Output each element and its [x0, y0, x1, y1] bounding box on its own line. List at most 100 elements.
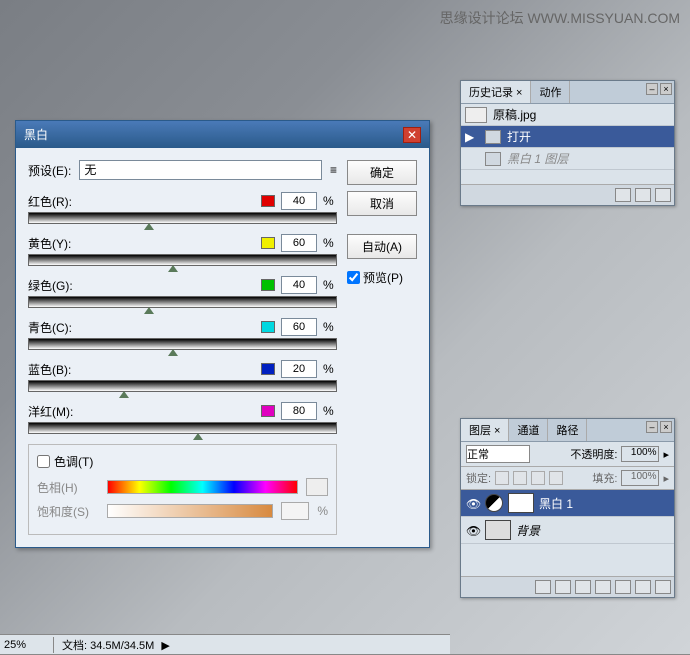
pct-label: % [323, 236, 337, 250]
link-icon[interactable] [535, 580, 551, 594]
pct-label: % [323, 278, 337, 292]
layers-panel: 图层 × 通道 路径 – × 正常 不透明度: 100% ▸ 锁定: 填充: 1… [460, 418, 675, 598]
visibility-icon[interactable]: 👁 [466, 524, 480, 536]
cancel-button[interactable]: 取消 [347, 191, 417, 216]
color-swatch [261, 195, 275, 207]
history-snapshot[interactable]: 原稿.jpg [461, 104, 674, 126]
slider-value-input[interactable] [281, 276, 317, 294]
visibility-icon[interactable]: 👁 [466, 497, 480, 509]
layer-mask-thumb[interactable] [508, 493, 534, 513]
layer-row[interactable]: 👁 黑白 1 [461, 490, 674, 517]
preset-menu-icon[interactable]: ≡ [330, 163, 337, 177]
mask-icon[interactable] [575, 580, 591, 594]
layer-row[interactable]: 👁 背景 [461, 517, 674, 544]
tint-label: 色调(T) [54, 453, 93, 470]
tab-layers[interactable]: 图层 × [461, 419, 509, 441]
pct-label: % [323, 362, 337, 376]
tab-history[interactable]: 历史记录 × [461, 81, 531, 103]
lock-all-icon[interactable] [549, 471, 563, 485]
adjustment-icon[interactable] [595, 580, 611, 594]
layer-name[interactable]: 黑白 1 [539, 495, 573, 512]
ok-button[interactable]: 确定 [347, 160, 417, 185]
lock-image-icon[interactable] [513, 471, 527, 485]
new-snapshot-icon[interactable] [635, 188, 651, 202]
chevron-icon[interactable]: ▸ [663, 472, 669, 485]
group-icon[interactable] [615, 580, 631, 594]
black-white-dialog: 黑白 ✕ 预设(E): 无 ≡ 红色(R): % 黄色(Y): % [15, 120, 430, 548]
color-slider-row: 绿色(G): % [28, 276, 337, 308]
slider-thumb[interactable] [144, 307, 154, 314]
tab-actions[interactable]: 动作 [531, 81, 570, 103]
lock-position-icon[interactable] [531, 471, 545, 485]
minimize-icon[interactable]: – [646, 421, 658, 433]
auto-button[interactable]: 自动(A) [347, 234, 417, 259]
color-slider-row: 青色(C): % [28, 318, 337, 350]
create-document-icon[interactable] [615, 188, 631, 202]
history-item-label: 黑白 1 图层 [507, 150, 568, 167]
close-icon[interactable]: × [660, 83, 672, 95]
slider-track[interactable] [28, 296, 337, 308]
history-item[interactable]: 黑白 1 图层 [461, 148, 674, 170]
close-icon[interactable]: × [660, 421, 672, 433]
trash-icon[interactable] [655, 580, 671, 594]
slider-track[interactable] [28, 422, 337, 434]
preview-checkbox[interactable] [347, 271, 360, 284]
preset-select[interactable]: 无 [79, 160, 322, 180]
history-item-label: 打开 [507, 128, 531, 145]
adjustment-layer-icon [485, 494, 503, 512]
hue-slider[interactable] [107, 480, 298, 494]
minimize-icon[interactable]: – [646, 83, 658, 95]
slider-thumb[interactable] [168, 265, 178, 272]
slider-track[interactable] [28, 338, 337, 350]
fx-icon[interactable] [555, 580, 571, 594]
slider-track[interactable] [28, 254, 337, 266]
new-layer-icon[interactable] [635, 580, 651, 594]
slider-thumb[interactable] [144, 223, 154, 230]
slider-track[interactable] [28, 380, 337, 392]
fill-input[interactable]: 100% [621, 470, 659, 486]
slider-label: 洋红(M): [28, 403, 98, 420]
layer-name[interactable]: 背景 [516, 522, 540, 539]
close-icon[interactable]: ✕ [403, 127, 421, 143]
hue-swatch[interactable] [306, 478, 328, 496]
saturation-slider[interactable] [107, 504, 273, 518]
chevron-right-icon[interactable]: ▶ [161, 640, 169, 652]
slider-value-input[interactable] [281, 318, 317, 336]
tab-paths[interactable]: 路径 [548, 419, 587, 441]
tab-channels[interactable]: 通道 [509, 419, 548, 441]
color-slider-row: 红色(R): % [28, 192, 337, 224]
layer-thumb[interactable] [485, 520, 511, 540]
chevron-icon[interactable]: ▸ [663, 448, 669, 461]
tint-checkbox[interactable] [37, 455, 50, 468]
preview-label: 预览(P) [363, 269, 403, 286]
blend-mode-select[interactable]: 正常 [466, 445, 530, 463]
hue-label: 色相(H) [37, 479, 99, 496]
slider-label: 红色(R): [28, 193, 98, 210]
snapshot-name: 原稿.jpg [493, 106, 536, 123]
opacity-label: 不透明度: [570, 446, 617, 462]
fill-label: 填充: [592, 470, 617, 486]
history-step-icon [485, 152, 501, 166]
slider-label: 绿色(G): [28, 277, 98, 294]
lock-transparent-icon[interactable] [495, 471, 509, 485]
color-swatch [261, 321, 275, 333]
slider-value-input[interactable] [281, 192, 317, 210]
trash-icon[interactable] [655, 188, 671, 202]
slider-thumb[interactable] [168, 349, 178, 356]
slider-label: 黄色(Y): [28, 235, 98, 252]
dialog-title-text: 黑白 [24, 126, 48, 143]
slider-value-input[interactable] [281, 360, 317, 378]
preset-label: 预设(E): [28, 162, 71, 179]
pct-label: % [317, 504, 328, 518]
slider-thumb[interactable] [193, 433, 203, 440]
pct-label: % [323, 320, 337, 334]
opacity-input[interactable]: 100% [621, 446, 659, 462]
slider-value-input[interactable] [281, 402, 317, 420]
zoom-input[interactable]: 25% [0, 637, 54, 653]
dialog-titlebar[interactable]: 黑白 ✕ [16, 121, 429, 148]
slider-thumb[interactable] [119, 391, 129, 398]
slider-track[interactable] [28, 212, 337, 224]
saturation-input[interactable] [281, 502, 309, 520]
slider-value-input[interactable] [281, 234, 317, 252]
history-item[interactable]: ▶ 打开 [461, 126, 674, 148]
